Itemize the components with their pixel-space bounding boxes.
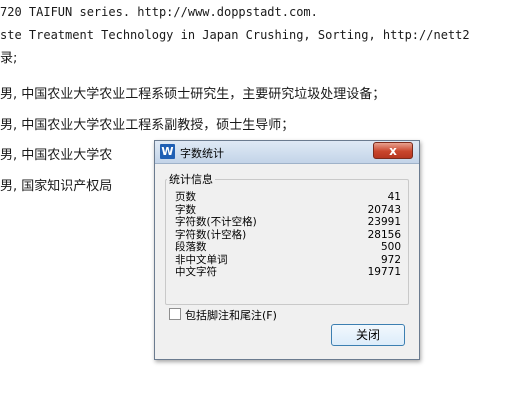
doc-line: 男, 中国农业大学农 — [0, 148, 113, 163]
stat-row-paragraphs: 段落数 500 — [175, 241, 401, 254]
close-button[interactable]: 关闭 — [331, 324, 405, 346]
stat-label: 非中文单词 — [175, 253, 228, 266]
stat-row-chars-with-spaces: 字符数(计空格) 28156 — [175, 229, 401, 242]
stat-label: 段落数 — [175, 241, 207, 253]
stat-label: 字数 — [175, 203, 196, 216]
stat-value: 23991 — [367, 216, 401, 228]
close-icon[interactable]: x — [373, 142, 413, 159]
stat-value: 19771 — [367, 266, 401, 278]
statistics-group-title: 统计信息 — [167, 171, 215, 187]
stat-row-chars-no-spaces: 字符数(不计空格) 23991 — [175, 216, 401, 229]
doc-line: 720 TAIFUN series. http://www.doppstadt.… — [0, 5, 318, 19]
stat-value: 20743 — [367, 203, 401, 216]
doc-line: 男, 国家知识产权局 — [0, 179, 113, 194]
stat-value: 972 — [380, 253, 401, 266]
doc-line: 男, 中国农业大学农业工程系硕士研究生，主要研究垃圾处理设备； — [0, 87, 386, 102]
stat-label: 字符数(计空格) — [175, 228, 247, 241]
stat-row-chinese-chars: 中文字符 19771 — [175, 266, 401, 279]
include-footnotes-label: 包括脚注和尾注(F) — [185, 309, 277, 322]
stat-value: 500 — [380, 241, 401, 253]
statistics-list: 页数 41 字数 20743 字符数(不计空格) 23991 字符数(计空格) … — [175, 191, 401, 279]
include-footnotes-option[interactable]: 包括脚注和尾注(F) — [169, 307, 277, 323]
stat-row-words: 字数 20743 — [175, 204, 401, 217]
wps-app-icon: W — [160, 144, 175, 159]
doc-line: 男, 中国农业大学农业工程系副教授，硕士生导师； — [0, 118, 295, 133]
stat-label: 字符数(不计空格) — [175, 216, 257, 228]
doc-line: ste Treatment Technology in Japan Crushi… — [0, 28, 470, 42]
word-count-dialog: W 字数统计 x 统计信息 页数 41 字数 20743 字符数(不计空格) 2… — [154, 140, 420, 360]
stat-value: 28156 — [367, 228, 401, 241]
doc-line: 录; — [0, 51, 18, 66]
stat-row-pages: 页数 41 — [175, 191, 401, 204]
dialog-title: 字数统计 — [180, 147, 224, 160]
stat-label: 页数 — [175, 191, 196, 203]
stat-value: 41 — [387, 191, 401, 203]
include-footnotes-checkbox[interactable] — [169, 308, 181, 320]
dialog-titlebar[interactable]: W 字数统计 x — [155, 141, 419, 164]
stat-label: 中文字符 — [175, 266, 217, 278]
stat-row-non-chinese-words: 非中文单词 972 — [175, 254, 401, 267]
